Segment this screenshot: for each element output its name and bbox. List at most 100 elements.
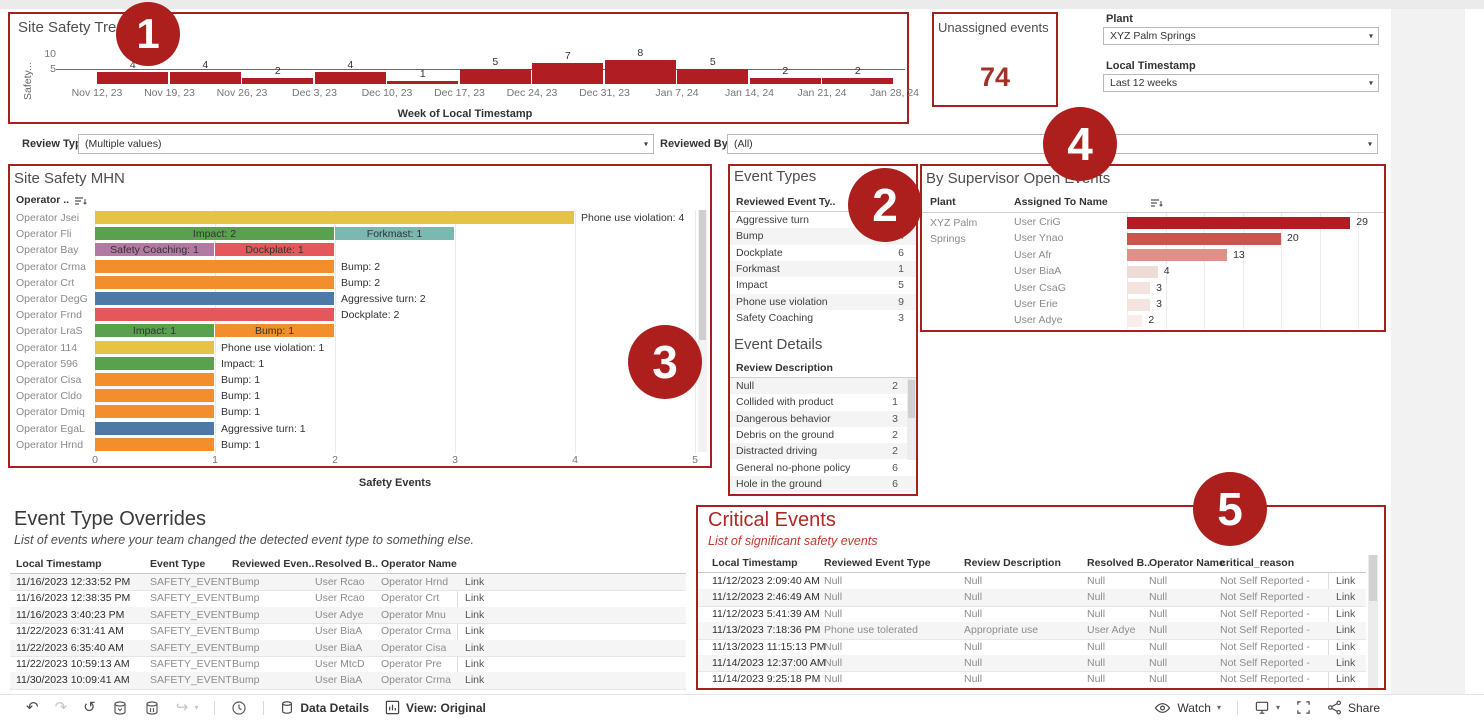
link-cell[interactable]: Link	[1336, 673, 1355, 685]
link-cell[interactable]: Link	[465, 625, 484, 637]
trend-bar[interactable]	[605, 60, 676, 84]
history-clock-button[interactable]	[231, 700, 247, 716]
revert-button[interactable]: ↺	[83, 695, 96, 720]
pause-updates-button[interactable]	[144, 700, 160, 716]
chevron-down-icon[interactable]: ▾	[1217, 703, 1221, 712]
scrollbar-thumb[interactable]	[699, 210, 706, 340]
link-cell[interactable]: Link	[465, 658, 484, 670]
chevron-down-icon[interactable]: ▾	[1368, 140, 1372, 149]
trend-bar[interactable]	[170, 72, 241, 84]
redo-button[interactable]: ↷	[55, 695, 68, 720]
link-cell[interactable]: Link	[465, 592, 484, 604]
link-cell[interactable]: Link	[1336, 641, 1355, 653]
supervisor-bar[interactable]	[1127, 233, 1281, 245]
timestamp-filter-dropdown[interactable]: Last 12 weeks ▾	[1103, 74, 1379, 92]
trend-bar[interactable]	[677, 69, 748, 84]
table-column-header: Review Description	[964, 557, 1061, 569]
chevron-down-icon[interactable]: ▾	[194, 703, 198, 712]
link-cell[interactable]: Link	[1336, 608, 1355, 620]
annotation-number: 5	[1217, 482, 1243, 536]
link-cell[interactable]: Link	[465, 642, 484, 654]
overrides-table: Local TimestampEvent TypeReviewed Even..…	[10, 556, 686, 690]
mhn-row-label: Operator Cisa	[16, 374, 92, 386]
annotation-circle-4: 4	[1043, 107, 1117, 181]
event-details-title: Event Details	[734, 336, 822, 353]
supervisor-bar[interactable]	[1127, 249, 1227, 261]
supervisor-bar[interactable]	[1127, 217, 1350, 229]
device-layout-button[interactable]: ▾	[1254, 700, 1280, 715]
trend-bar-value-label: 2	[750, 65, 822, 77]
mhn-bar-segment[interactable]	[95, 405, 214, 418]
watch-button[interactable]: Watch ▾	[1154, 701, 1221, 715]
reviewed-by-label: Reviewed By	[660, 138, 728, 150]
chevron-down-icon[interactable]: ▾	[1369, 79, 1373, 88]
supervisor-bar[interactable]	[1127, 299, 1150, 311]
link-cell[interactable]: Link	[1336, 624, 1355, 636]
mhn-segment-label: Bump: 1	[215, 325, 334, 337]
supervisor-bar[interactable]	[1127, 266, 1158, 278]
mhn-x-tick-label: 4	[560, 454, 590, 466]
supervisor-bar[interactable]	[1127, 282, 1150, 294]
link-cell[interactable]: Link	[1336, 575, 1355, 587]
table-cell: Operator Cisa	[381, 642, 446, 654]
mhn-x-tick-label: 5	[680, 454, 710, 466]
chevron-down-icon[interactable]: ▾	[644, 140, 648, 149]
fullscreen-button[interactable]	[1296, 700, 1311, 715]
mhn-bar-label: Phone use violation: 4	[581, 212, 684, 224]
trend-bar-value-label: 2	[822, 65, 894, 77]
mhn-bar-segment[interactable]	[95, 389, 214, 402]
link-cell[interactable]: Link	[465, 609, 484, 621]
mhn-row-label: Operator LraS	[16, 325, 92, 337]
mhn-bar-segment[interactable]	[95, 308, 334, 321]
mhn-bar-segment[interactable]	[95, 357, 214, 370]
mhn-bar-segment[interactable]	[95, 260, 334, 273]
supervisor-row-label: User CriG	[1014, 216, 1119, 228]
mhn-bar-segment[interactable]	[95, 373, 214, 386]
mhn-bar-segment[interactable]	[95, 422, 214, 435]
chevron-down-icon[interactable]: ▾	[1276, 703, 1280, 712]
trend-bar[interactable]	[97, 72, 168, 84]
plant-filter-dropdown[interactable]: XYZ Palm Springs ▾	[1103, 27, 1379, 45]
mhn-bar-segment[interactable]	[95, 276, 334, 289]
table-cell: Not Self Reported -	[1220, 575, 1310, 587]
mhn-bar-segment[interactable]	[95, 211, 574, 224]
table-cell: 11/13/2023 7:18:36 PM	[712, 624, 820, 636]
trend-bar[interactable]	[242, 78, 313, 84]
critical-scrollbar[interactable]	[1368, 555, 1378, 688]
table-cell: User Adye	[315, 609, 363, 621]
table-cell: User Rcao	[315, 576, 365, 588]
link-cell[interactable]: Link	[1336, 657, 1355, 669]
undo-button[interactable]: ↶	[26, 695, 39, 720]
list-item-value: 6	[868, 478, 898, 490]
list-item-label: Null	[736, 380, 888, 392]
share-forward-button[interactable]: ↪ ▾	[176, 695, 199, 720]
trend-bar[interactable]	[387, 81, 458, 84]
mhn-scrollbar[interactable]	[698, 210, 707, 452]
chevron-down-icon[interactable]: ▾	[1369, 32, 1373, 41]
trend-bar[interactable]	[315, 72, 386, 84]
view-original-button[interactable]: View: Original	[385, 700, 486, 715]
share-button[interactable]: Share	[1327, 700, 1380, 715]
mhn-bar-label: Bump: 2	[341, 261, 380, 273]
scrollbar-thumb[interactable]	[908, 380, 915, 418]
event-details-scrollbar[interactable]	[907, 378, 916, 460]
mhn-bar-segment[interactable]	[95, 438, 214, 451]
data-details-button[interactable]: Data Details	[280, 700, 369, 715]
mhn-bar-segment[interactable]	[95, 292, 334, 305]
review-type-dropdown[interactable]: (Multiple values) ▾	[78, 134, 654, 154]
scrollbar-thumb[interactable]	[1369, 555, 1377, 601]
fullscreen-icon	[1296, 700, 1311, 715]
trend-bar[interactable]	[750, 78, 821, 84]
trend-bar[interactable]	[532, 63, 603, 84]
link-cell[interactable]: Link	[465, 674, 484, 686]
refresh-data-button[interactable]	[112, 700, 128, 716]
trend-bar[interactable]	[822, 78, 893, 84]
trend-x-tick-label: Nov 12, 23	[61, 87, 133, 99]
link-cell[interactable]: Link	[1336, 591, 1355, 603]
link-cell[interactable]: Link	[465, 576, 484, 588]
mhn-bar-segment[interactable]	[95, 341, 214, 354]
supervisor-bar[interactable]	[1127, 315, 1142, 327]
trend-bar[interactable]	[460, 69, 531, 84]
table-cell: Bump	[232, 674, 259, 686]
table-cell: 11/12/2023 2:46:49 AM	[712, 591, 820, 603]
